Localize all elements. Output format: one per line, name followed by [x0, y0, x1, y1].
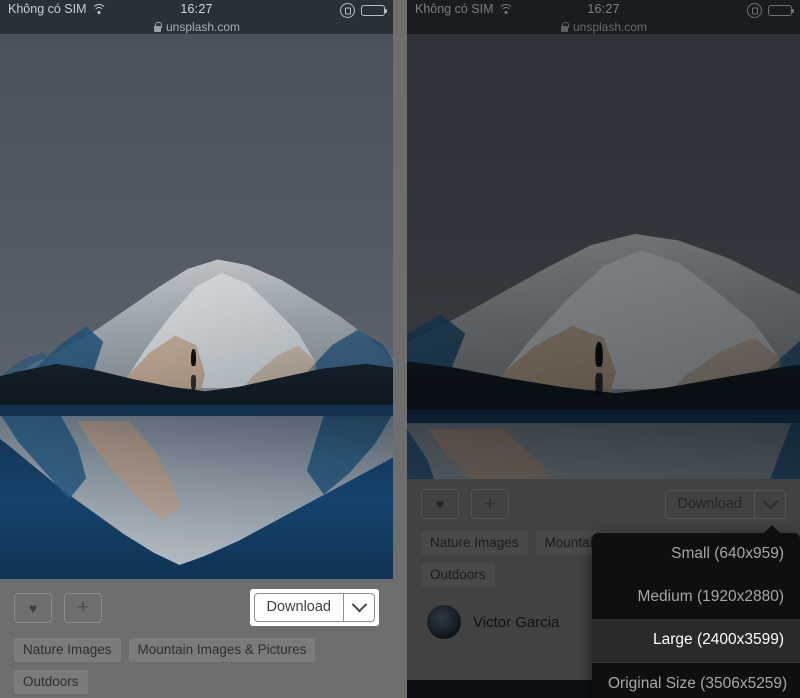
tag-item[interactable]: Nature Images [421, 531, 528, 555]
url-label: unsplash.com [165, 19, 241, 34]
menu-item-small[interactable]: Small (640x959) [592, 533, 800, 576]
tag-item[interactable]: Mountain Images & Pictures [128, 638, 316, 662]
tag-item[interactable]: Nature Images [14, 638, 121, 662]
mountain-photo [407, 34, 800, 479]
heart-icon: ♥ [435, 496, 445, 512]
download-button-highlight: Download [249, 589, 379, 626]
status-bar-right-group [747, 3, 794, 18]
download-options-button[interactable] [343, 594, 374, 621]
rotation-lock-icon [747, 3, 762, 18]
status-bar-top-row: Không có SIM 16:27 [407, 0, 800, 19]
hiker-silhouette [190, 349, 196, 366]
hiker-reflection [595, 373, 603, 397]
download-button-wrap: Download [664, 489, 786, 519]
url-label: unsplash.com [572, 19, 648, 34]
download-button[interactable]: Download [666, 491, 755, 518]
author-name[interactable]: Victor Garcia [473, 614, 559, 631]
menu-item-medium[interactable]: Medium (1920x2880) [592, 576, 800, 619]
action-row: ♥ + Download [0, 579, 393, 626]
like-button[interactable]: ♥ [14, 592, 52, 623]
plus-icon: + [484, 493, 496, 515]
download-options-button[interactable] [754, 490, 785, 518]
browser-url-bar[interactable]: unsplash.com [407, 19, 800, 34]
download-button-group[interactable]: Download [664, 489, 786, 519]
status-bar-right-group [340, 3, 387, 18]
menu-item-original-size[interactable]: Original Size (3506x5259) [592, 663, 800, 698]
add-to-collection-button[interactable]: + [471, 489, 509, 519]
hiker-reflection [190, 374, 196, 391]
chevron-down-icon [351, 596, 367, 613]
hiker-silhouette [595, 342, 603, 368]
status-bar: Không có SIM 16:27 unsplash.com [407, 0, 800, 34]
status-bar-top-row: Không có SIM 16:27 [0, 0, 393, 19]
add-to-collection-button[interactable]: + [64, 592, 102, 623]
phone-screen-before: Không có SIM 16:27 unsplash.com ♥ + Down… [0, 0, 393, 698]
phone-screen-after: Không có SIM 16:27 unsplash.com ♥ + Down… [407, 0, 800, 698]
status-bar: Không có SIM 16:27 unsplash.com [0, 0, 393, 34]
photo-viewer[interactable] [0, 34, 393, 579]
screenshot-stage: Không có SIM 16:27 unsplash.com ♥ + Down… [0, 0, 800, 698]
download-button[interactable]: Download [255, 594, 344, 621]
tag-list: Nature Images Mountain Images & Pictures… [0, 626, 393, 694]
mountain-photo [0, 34, 393, 579]
rotation-lock-icon [340, 3, 355, 18]
chevron-down-icon [762, 493, 778, 509]
tag-item[interactable]: Outdoors [14, 670, 88, 694]
download-button-group[interactable]: Download [253, 593, 375, 622]
avatar[interactable] [427, 605, 461, 639]
action-row: ♥ + Download [407, 479, 800, 519]
heart-icon: ♥ [28, 599, 38, 616]
battery-icon [361, 5, 387, 16]
photo-details-panel: ♥ + Download Nature Images Mou [0, 579, 393, 698]
like-button[interactable]: ♥ [421, 489, 459, 519]
tag-item[interactable]: Outdoors [421, 563, 495, 587]
menu-item-large[interactable]: Large (2400x3599) [592, 619, 800, 662]
browser-url-bar[interactable]: unsplash.com [0, 19, 393, 34]
plus-icon: + [77, 597, 89, 618]
lock-icon [560, 21, 569, 32]
panel-divider [393, 0, 407, 698]
download-size-menu[interactable]: Small (640x959) Medium (1920x2880) Large… [592, 525, 800, 698]
battery-icon [768, 5, 794, 16]
lock-icon [153, 21, 162, 32]
status-bar-clock: 16:27 [180, 2, 213, 16]
photo-viewer[interactable] [407, 34, 800, 479]
status-bar-clock: 16:27 [587, 2, 620, 16]
menu-arrow-icon [763, 525, 781, 534]
